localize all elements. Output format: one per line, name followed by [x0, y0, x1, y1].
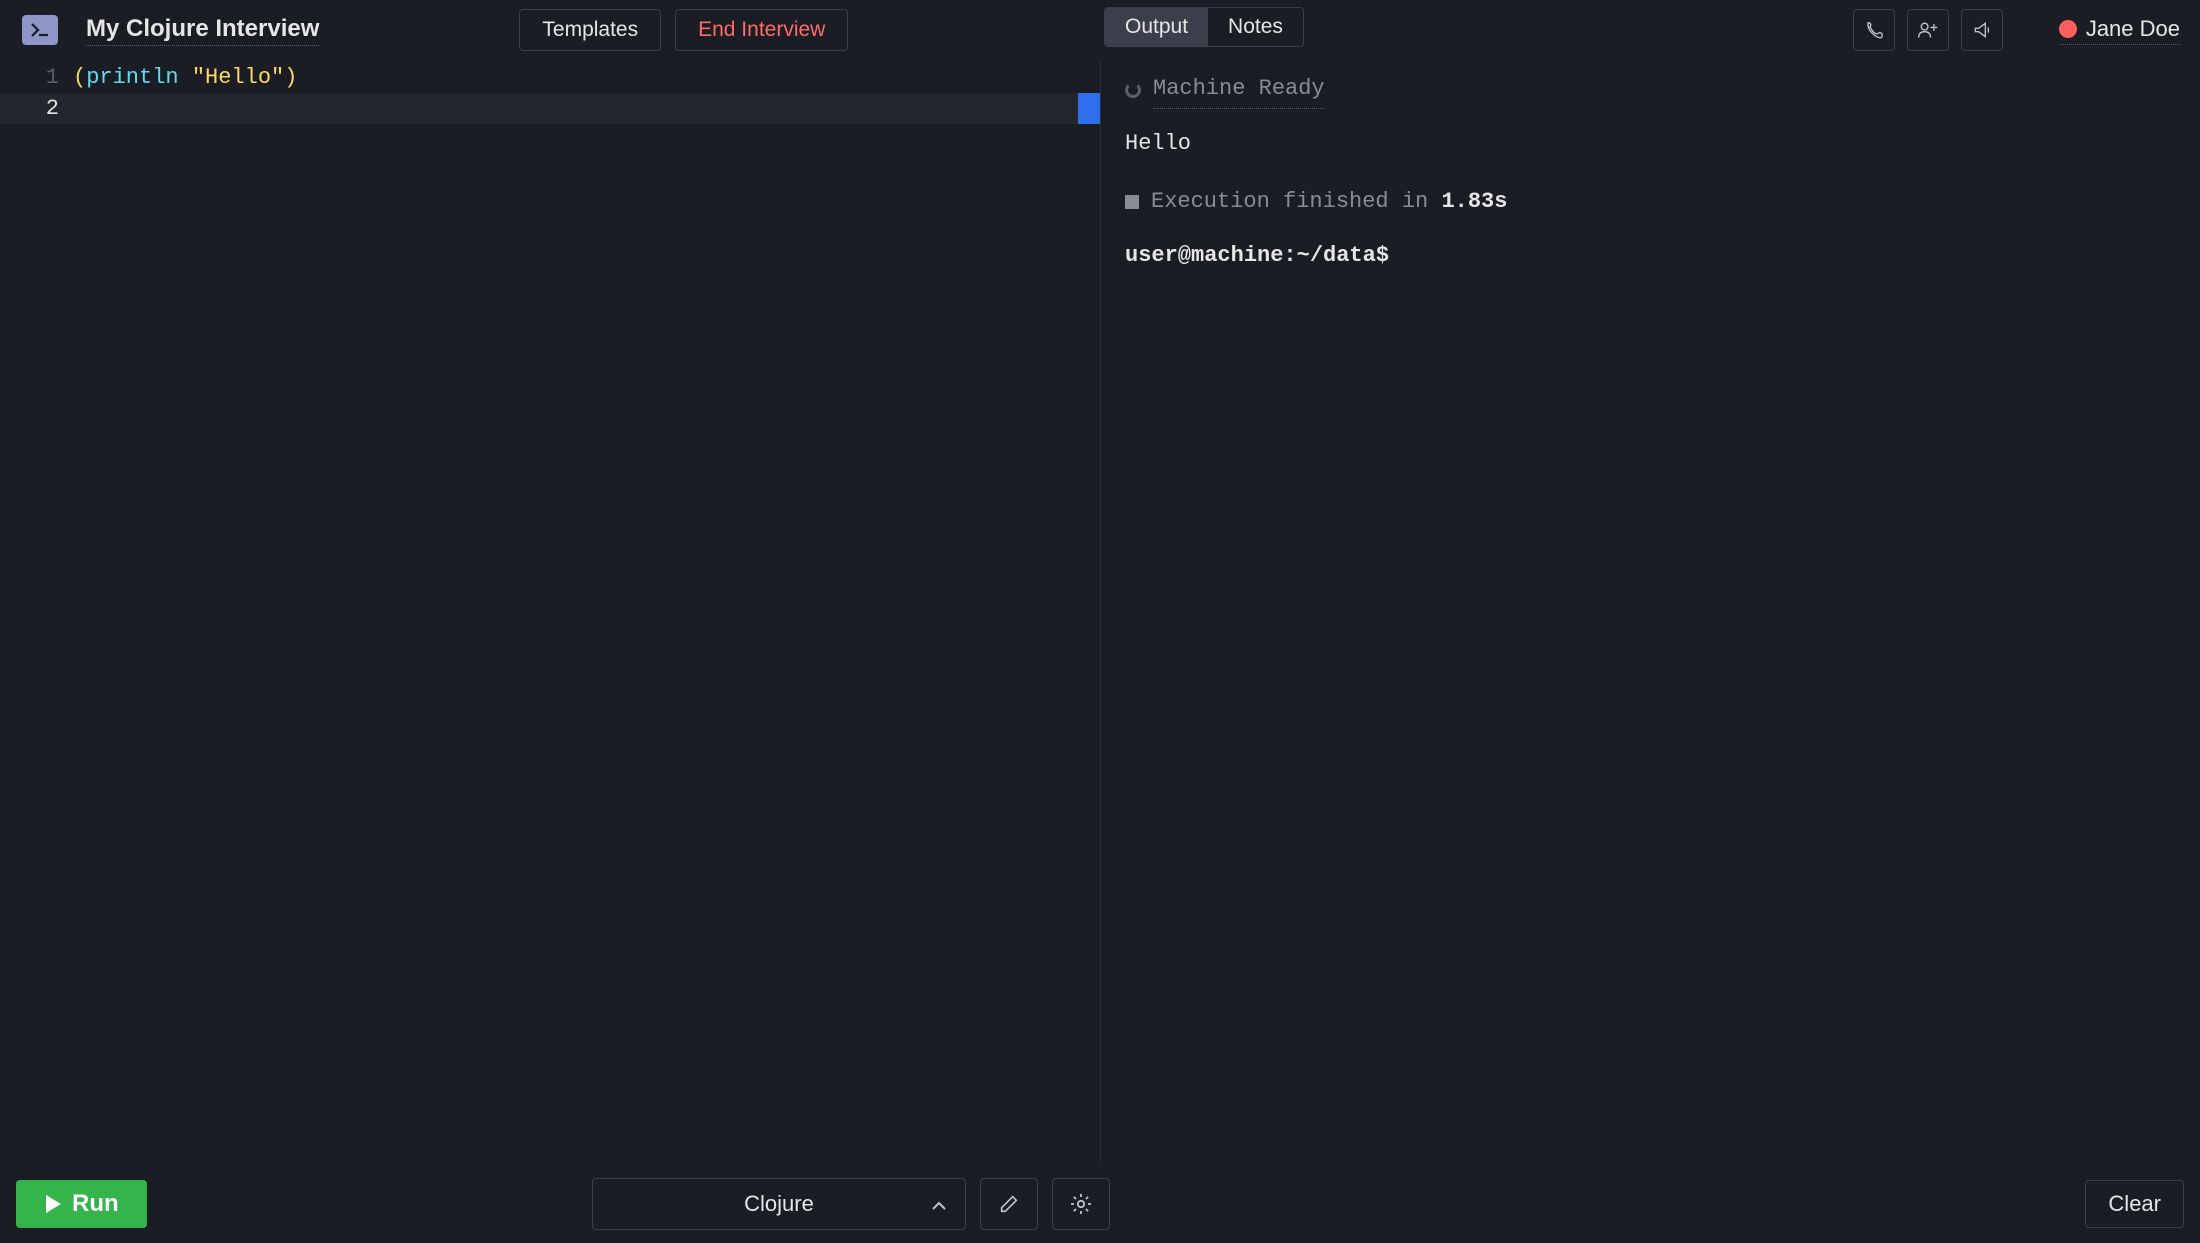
footer-bar: Run Clojure Clear — [0, 1165, 2200, 1243]
execution-finished-line: Execution finished in 1.83s — [1125, 183, 2176, 221]
code-content — [73, 93, 1100, 124]
call-button[interactable] — [1853, 9, 1895, 51]
templates-button[interactable]: Templates — [519, 9, 661, 51]
user-name-label: Jane Doe — [2086, 16, 2180, 42]
header-bar: My Clojure Interview Templates End Inter… — [0, 0, 2200, 60]
play-icon — [44, 1194, 62, 1214]
spinner-icon — [1125, 82, 1141, 98]
phone-icon — [1864, 20, 1884, 40]
line-number: 1 — [0, 62, 73, 93]
run-button-label: Run — [72, 1190, 119, 1218]
gear-icon — [1069, 1192, 1093, 1216]
announce-button[interactable] — [1961, 9, 2003, 51]
exec-time-value: 1.83s — [1441, 189, 1507, 214]
terminal-icon — [30, 22, 50, 38]
code-editor[interactable]: 1 (println "Hello") 2 — [0, 60, 1100, 1165]
tab-notes[interactable]: Notes — [1208, 8, 1303, 46]
end-interview-button[interactable]: End Interview — [675, 9, 848, 51]
editor-line: 2 — [0, 93, 1100, 124]
output-notes-tabs: Output Notes — [1104, 7, 1304, 47]
language-select[interactable]: Clojure — [592, 1178, 966, 1230]
megaphone-icon — [1972, 20, 1992, 40]
line-number: 2 — [0, 93, 73, 124]
presence-dot-icon — [2059, 20, 2077, 38]
output-panel: Machine Ready Hello Execution finished i… — [1100, 60, 2200, 1165]
stdout-text: Hello — [1125, 125, 2176, 163]
header-left-group: My Clojure Interview — [22, 15, 319, 46]
editor-line: 1 (println "Hello") — [0, 62, 1100, 93]
exec-finished-label: Execution finished in — [1151, 189, 1441, 214]
machine-status-line: Machine Ready — [1125, 70, 2176, 109]
add-user-icon — [1917, 20, 1939, 40]
cursor-line-marker — [1078, 93, 1100, 124]
tab-output[interactable]: Output — [1105, 8, 1208, 46]
user-presence[interactable]: Jane Doe — [2059, 16, 2180, 45]
stop-icon — [1125, 195, 1139, 209]
footer-editor-controls: Run Clojure — [16, 1178, 1110, 1230]
run-button[interactable]: Run — [16, 1180, 147, 1228]
language-select-value: Clojure — [744, 1191, 814, 1217]
header-right-group: Jane Doe — [1853, 9, 2180, 51]
shell-prompt[interactable]: user@machine:~/data$ — [1125, 237, 2176, 275]
app-logo[interactable] — [22, 15, 58, 45]
edit-button[interactable] — [980, 1178, 1038, 1230]
header-center-buttons: Templates End Interview — [519, 9, 848, 51]
main-split: 1 (println "Hello") 2 Machine Ready Hell… — [0, 60, 2200, 1165]
interview-title[interactable]: My Clojure Interview — [86, 15, 319, 46]
machine-status-text: Machine Ready — [1153, 70, 1325, 109]
pencil-icon — [998, 1193, 1020, 1215]
caret-up-icon — [931, 1191, 947, 1217]
clear-button[interactable]: Clear — [2085, 1180, 2184, 1228]
settings-button[interactable] — [1052, 1178, 1110, 1230]
invite-button[interactable] — [1907, 9, 1949, 51]
code-content: (println "Hello") — [73, 62, 1100, 93]
